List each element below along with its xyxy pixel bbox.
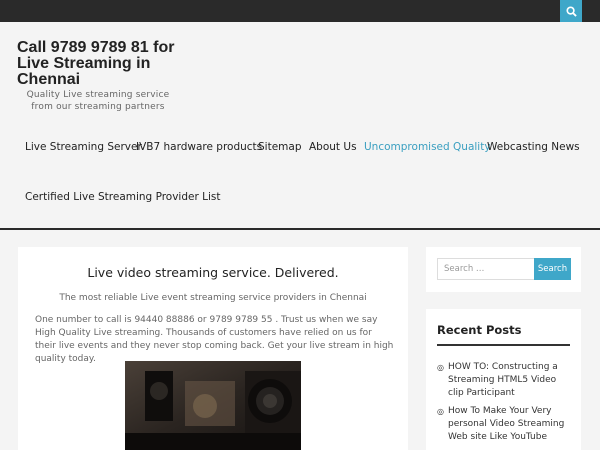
- recent-posts-widget: Recent Posts ◎ HOW TO: Constructing a St…: [426, 309, 581, 450]
- nav-item-ivb7-hardware[interactable]: IVB7 hardware products: [136, 141, 262, 153]
- circle-bullet-icon: ◎: [437, 363, 444, 372]
- post-card: Live video streaming service. Delivered.…: [18, 247, 408, 450]
- recent-posts-underline: [437, 344, 570, 346]
- nav-item-certified-provider-list[interactable]: Certified Live Streaming Provider List: [25, 191, 221, 203]
- post-title[interactable]: Live video streaming service. Delivered.: [18, 265, 408, 280]
- recent-post-item[interactable]: ◎ HOW TO: Constructing a Streaming HTML5…: [437, 361, 572, 400]
- camera-photo: [125, 361, 301, 450]
- header-divider: [0, 228, 600, 230]
- site-title[interactable]: Call 9789 9789 81 for Live Streaming in …: [17, 40, 197, 88]
- sidebar-search-widget: Search … Search: [426, 247, 581, 292]
- site-description: Quality Live streaming service from our …: [26, 90, 170, 112]
- circle-bullet-icon: ◎: [437, 407, 444, 416]
- nav-item-live-streaming-server[interactable]: Live Streaming Server: [25, 141, 142, 153]
- recent-posts-title: Recent Posts: [437, 323, 522, 337]
- recent-post-item[interactable]: ◎ How To Make Your Very personal Video S…: [437, 405, 572, 444]
- recent-post-link[interactable]: HOW TO: Constructing a Streaming HTML5 V…: [448, 361, 572, 400]
- search-icon: [565, 5, 577, 17]
- search-toggle-button[interactable]: [560, 0, 582, 22]
- recent-post-link[interactable]: How To Make Your Very personal Video Str…: [448, 405, 572, 444]
- nav-item-uncompromised-quality[interactable]: Uncompromised Quality: [364, 141, 491, 153]
- post-body: One number to call is 94440 88886 or 978…: [35, 315, 394, 364]
- search-button[interactable]: Search: [534, 258, 571, 280]
- top-bar: [0, 0, 600, 22]
- post-tagline: The most reliable Live event streaming s…: [59, 293, 367, 303]
- nav-item-about-us[interactable]: About Us: [309, 141, 357, 153]
- nav-item-webcasting-news[interactable]: Webcasting News: [487, 141, 580, 153]
- search-input[interactable]: Search …: [437, 258, 535, 280]
- nav-item-sitemap[interactable]: Sitemap: [258, 141, 302, 153]
